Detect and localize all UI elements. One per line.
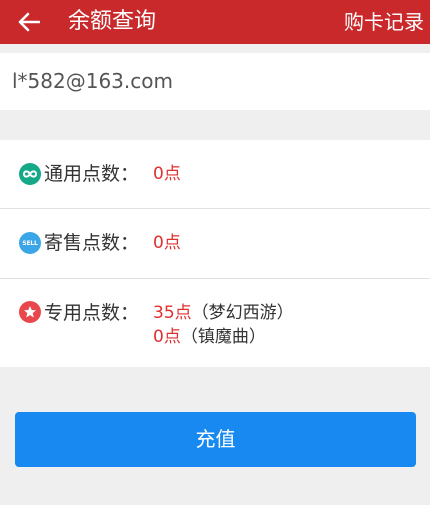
- dedicated-points-label: 专用点数：: [44, 302, 140, 324]
- dedicated-entry: 0点（镇魔曲）: [153, 325, 266, 349]
- back-button[interactable]: [14, 7, 44, 37]
- general-points-label: 通用点数：: [44, 163, 140, 185]
- consign-points-value: 0点: [153, 233, 181, 253]
- app-header: 余额查询 购卡记录: [0, 0, 430, 44]
- points-card: 通用点数： 0点 SELL 寄售点数： 0点 专用点数： 35点（梦幻西游） 0…: [0, 140, 430, 367]
- general-points-value: 0点: [153, 164, 181, 184]
- dedicated-entry-game: （梦幻西游）: [191, 303, 294, 323]
- consign-points-row: SELL 寄售点数： 0点: [0, 208, 430, 279]
- sell-icon: SELL: [19, 232, 41, 254]
- dedicated-points-row: 专用点数： 35点（梦幻西游） 0点（镇魔曲）: [0, 278, 430, 368]
- page-title: 余额查询: [68, 9, 157, 34]
- star-badge-icon: [19, 301, 41, 323]
- arrow-left-icon: [18, 12, 40, 32]
- sell-icon-text: SELL: [22, 239, 38, 247]
- purchase-records-link[interactable]: 购卡记录: [344, 0, 424, 44]
- dedicated-entry: 35点（梦幻西游）: [153, 301, 294, 325]
- recharge-button[interactable]: 充值: [15, 412, 416, 467]
- dedicated-entry-value: 0点: [153, 327, 181, 347]
- account-section: l*582@163.com: [0, 53, 430, 110]
- general-points-row: 通用点数： 0点: [0, 140, 430, 208]
- dedicated-entry-game: （镇魔曲）: [180, 327, 266, 347]
- dedicated-entry-value: 35点: [153, 303, 192, 323]
- consign-points-label: 寄售点数：: [44, 232, 140, 254]
- infinity-icon: [19, 163, 41, 185]
- account-email: l*582@163.com: [12, 69, 173, 93]
